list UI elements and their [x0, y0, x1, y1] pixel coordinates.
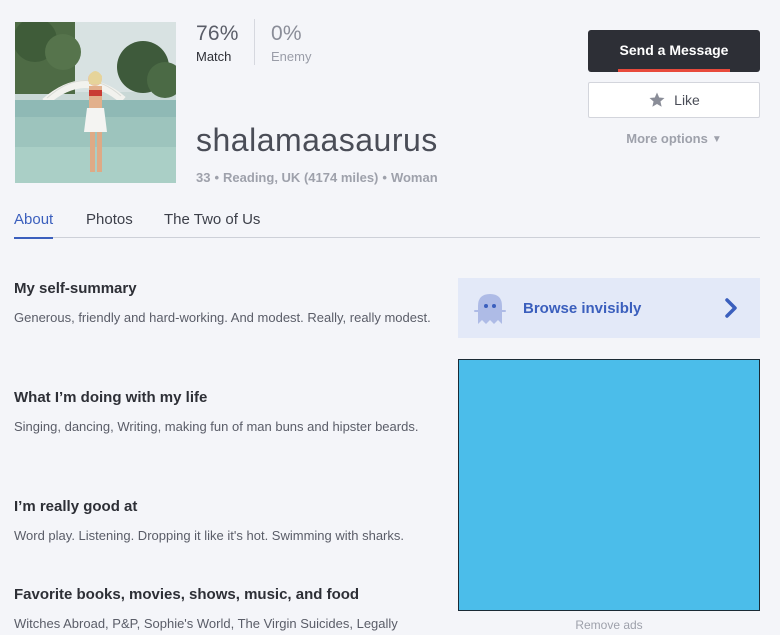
profile-username: shalamaasaurus: [196, 122, 438, 158]
send-message-label: Send a Message: [619, 42, 729, 58]
profile-gender: Woman: [390, 170, 438, 185]
essay-doing-with-life: What I’m doing with my life Singing, dan…: [14, 389, 434, 437]
essay-body: Witches Abroad, P&P, Sophie's World, The…: [14, 616, 398, 631]
chevron-right-icon: [725, 298, 737, 318]
match-percentage: 76%: [196, 22, 239, 45]
essay-favorites: Favorite books, movies, shows, music, an…: [14, 586, 434, 634]
profile-photo-image: [15, 22, 176, 183]
like-button[interactable]: Like: [588, 82, 760, 118]
profile-distance: (4174 miles): [303, 170, 379, 185]
tab-about[interactable]: About: [14, 211, 54, 239]
essay-self-summary: My self-summary Generous, friendly and h…: [14, 280, 434, 328]
enemy-percentage: 0%: [271, 22, 302, 45]
browse-invisibly-label: Browse invisibly: [523, 299, 642, 317]
send-message-button[interactable]: Send a Message: [588, 30, 760, 72]
essay-body: Singing, dancing, Writing, making fun of…: [14, 419, 419, 434]
profile-tabs: About Photos The Two of Us: [14, 211, 760, 239]
like-label: Like: [674, 92, 700, 108]
essay-title: My self-summary: [14, 280, 137, 297]
profile-location: Reading, UK: [223, 170, 301, 185]
more-options-button[interactable]: More options ▼: [588, 131, 760, 146]
ghost-icon: [474, 294, 506, 324]
send-message-underline: [618, 69, 730, 72]
profile-age: 33: [196, 170, 211, 185]
remove-ads-link[interactable]: Remove ads: [458, 618, 760, 632]
essay-title: Favorite books, movies, shows, music, an…: [14, 586, 360, 603]
separator-dot: •: [382, 170, 387, 185]
browse-invisibly-button[interactable]: Browse invisibly: [458, 278, 760, 338]
chevron-down-icon: ▼: [711, 134, 722, 145]
enemy-label: Enemy: [271, 49, 312, 64]
essay-title: What I’m doing with my life: [14, 389, 208, 406]
more-options-label: More options: [626, 131, 708, 146]
match-stat: 76% Match: [196, 22, 239, 64]
enemy-stat: 0% Enemy: [271, 22, 311, 64]
profile-basics: 33 • Reading, UK (4174 miles) • Woman: [196, 170, 438, 185]
tab-photos[interactable]: Photos: [86, 211, 133, 238]
essay-body: Word play. Listening. Dropping it like i…: [14, 528, 404, 543]
match-label: Match: [196, 49, 232, 64]
essay-good-at: I’m really good at Word play. Listening.…: [14, 498, 434, 546]
tab-the-two-of-us[interactable]: The Two of Us: [164, 211, 260, 238]
stat-divider: [254, 19, 255, 65]
essay-body: Generous, friendly and hard-working. And…: [14, 310, 431, 325]
essay-title: I’m really good at: [14, 498, 138, 515]
ad-placeholder[interactable]: [458, 359, 760, 611]
profile-photo[interactable]: [15, 22, 176, 183]
separator-dot: •: [214, 170, 220, 185]
star-icon: [649, 92, 665, 107]
